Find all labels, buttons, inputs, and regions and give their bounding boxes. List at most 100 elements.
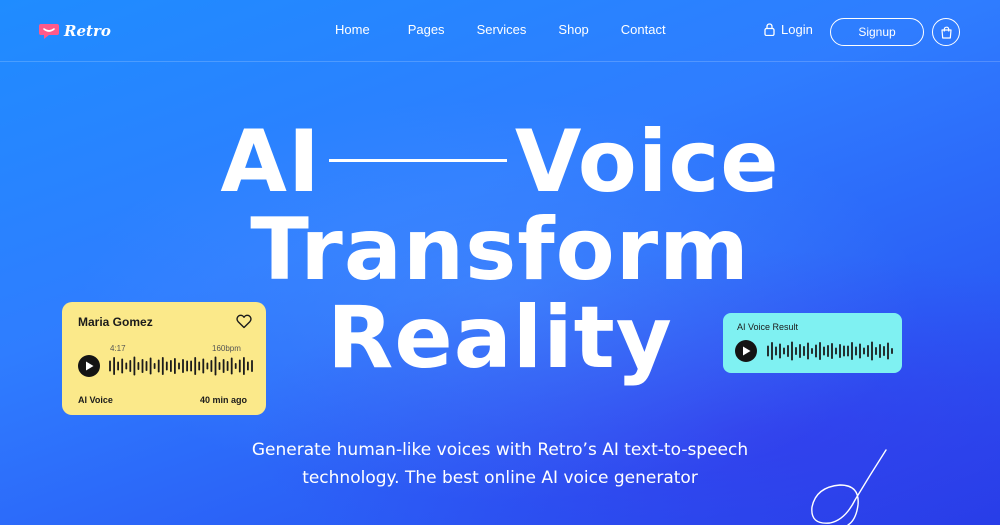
waveform-bar [863,347,865,355]
waveform-bar [145,361,148,371]
hero-word-ai: AI [220,112,321,212]
waveform-bar [791,341,793,361]
waveform-bar [178,362,180,370]
shopping-bag-icon [940,26,952,39]
waveform-bar [243,357,245,375]
waveform-bar [811,348,813,354]
waveform-bar [153,363,156,369]
waveform-bar [879,344,881,358]
waveform-bar [170,360,172,372]
nav-link-services[interactable]: Services [477,22,527,37]
result-play-button[interactable] [735,340,757,362]
lock-icon [764,23,775,36]
waveform-bar [823,346,825,356]
signup-button[interactable]: Signup [830,18,924,46]
waveform-bar [771,342,773,360]
play-icon [86,361,94,371]
waveform [109,356,253,376]
waveform-bar [859,343,861,359]
main-menu: Home Pages Services Shop Contact [320,22,666,37]
waveform-bar [779,343,781,359]
track-tempo: 160bpm [212,344,241,353]
waveform-bar [218,362,221,370]
voice-card-name: Maria Gomez [78,315,153,329]
waveform-bar [831,343,833,359]
waveform-bar [121,358,124,374]
waveform-bar [247,361,249,371]
hero-dash [328,159,507,163]
waveform-bar [129,360,132,372]
waveform-bar [222,359,225,373]
waveform-bar [867,345,869,357]
waveform-bar [783,347,785,355]
waveform-bar [767,345,769,357]
chat-bubble-icon [39,24,59,39]
cart-button[interactable] [932,18,960,46]
waveform-bar [803,346,805,356]
waveform-bar [113,357,115,375]
waveform-bar [133,356,136,376]
nav-link-home[interactable]: Home [335,22,370,37]
play-button[interactable] [78,355,100,377]
waveform-bar [137,362,140,370]
waveform-bar [851,342,853,360]
hero-subtitle: Generate human-like voices with Retro’s … [200,436,800,492]
login-label: Login [781,22,813,37]
hero-line-1: AI Voice [0,117,1000,207]
waveform-bar [843,345,845,357]
waveform-bar [161,357,164,375]
result-card-title: AI Voice Result [737,322,799,332]
play-icon [743,346,751,356]
hero-word-voice: Voice [514,112,780,212]
brand-logo[interactable]: Retro [38,20,111,42]
waveform-bar [875,347,877,355]
waveform-bar [230,357,233,375]
waveform-bar [887,342,889,360]
hero-line-2: Transform [250,200,750,300]
waveform-bar [238,359,241,373]
heart-icon[interactable] [236,314,252,329]
waveform-bar [226,361,229,371]
nav-link-pages[interactable]: Pages [408,22,445,37]
waveform-bar [214,356,217,376]
waveform-bar [234,363,237,369]
waveform-bar [174,358,176,374]
voice-result-card: AI Voice Result [723,313,902,373]
waveform-bar [194,357,197,375]
login-link[interactable]: Login [764,22,813,37]
nav-link-contact[interactable]: Contact [621,22,666,37]
waveform-bar [206,362,209,370]
waveform-bar [198,361,201,371]
waveform-bar [109,360,111,372]
waveform-bar [202,358,205,374]
waveform-bar [827,345,829,357]
waveform-bar [182,359,184,373]
nav-link-shop[interactable]: Shop [558,22,588,37]
waveform-bar [815,344,817,358]
brand-name: Retro [64,22,111,40]
waveform-bar [125,362,128,370]
waveform-bar [141,359,144,373]
decorative-scribble [811,449,887,525]
waveform-bar [871,341,873,361]
waveform-bar [839,344,841,358]
waveform-bar [157,359,160,373]
voice-player-card: Maria Gomez 4:17 160bpm AI Voice 40 min … [62,302,266,415]
waveform-bar [186,360,188,372]
voice-card-label: AI Voice [78,395,113,405]
waveform-bar [891,348,893,354]
waveform-bar [787,345,789,357]
waveform-bar [165,361,168,371]
subtitle-line-1: Generate human-like voices with Retro’s … [251,440,749,460]
waveform-bar [190,360,192,372]
top-navigation: Retro Home Pages Services Shop Contact L… [0,0,1000,62]
waveform-bar [795,347,797,355]
waveform-bar [149,357,152,375]
waveform-bar [251,360,253,372]
voice-card-time-ago: 40 min ago [200,395,248,405]
waveform-bar [807,342,809,360]
waveform-bar [883,346,885,356]
track-duration: 4:17 [110,344,126,353]
subtitle-line-2: technology. The best online AI voice gen… [302,468,698,488]
waveform-bar [835,347,837,355]
